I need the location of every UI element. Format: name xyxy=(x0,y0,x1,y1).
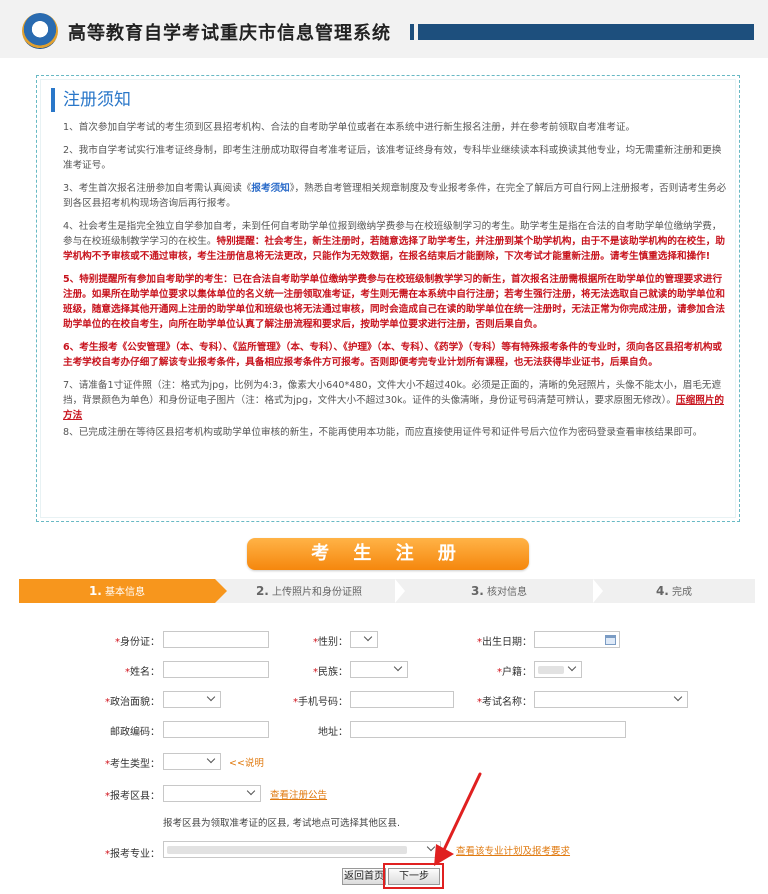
major-select[interactable] xyxy=(163,841,441,858)
header-decor-bar xyxy=(418,24,754,40)
ethnicity-label: *民族： xyxy=(313,667,348,678)
phone-input[interactable] xyxy=(350,691,454,708)
chevron-down-icon xyxy=(246,786,256,796)
app-title: 高等教育自学考试重庆市信息管理系统 xyxy=(68,23,391,44)
household-select[interactable] xyxy=(534,661,582,678)
back-home-button[interactable]: 返回首页 xyxy=(342,868,386,885)
political-label: *政治面貌： xyxy=(105,697,160,708)
step-complete: 4. 完成 xyxy=(655,584,693,598)
birth-date-input[interactable] xyxy=(534,631,620,648)
candidate-type-label: *考生类型： xyxy=(105,759,160,770)
step-verify-info: 3. 核对信息 xyxy=(470,584,528,598)
postcode-label: 邮政编码： xyxy=(110,727,160,738)
notice-item-7: 7、请准备1寸证件照（注：格式为jpg，比例为4:3，像素大小640*480，文… xyxy=(63,380,724,421)
region-label: *报考区县： xyxy=(105,791,160,802)
birth-date-label: *出生日期： xyxy=(477,637,532,648)
notice-item-2: 2、我市自学考试实行准考证终身制，即考生注册成功取得自考准考证后，该准考证终身有… xyxy=(63,145,722,171)
chevron-down-icon xyxy=(393,662,403,672)
notice-item-4: 4、社会考生是指完全独立自学参加自考，未到任何自考助学单位报到缴纳学费参与在校班… xyxy=(63,221,725,262)
registration-notice: 注册须知 1、首次参加自学考试的考生须到区县招考机构、合法的自考助学单位或者在本… xyxy=(36,75,740,522)
chevron-down-icon xyxy=(206,692,216,702)
candidate-type-explain-link[interactable]: <<说明 xyxy=(229,755,264,769)
calendar-icon[interactable] xyxy=(605,635,616,645)
app-header: 高等教育自学考试重庆市信息管理系统 xyxy=(0,0,768,58)
region-select[interactable] xyxy=(163,785,261,802)
phone-label: *手机号码： xyxy=(293,697,348,708)
annotation-arrow-icon xyxy=(434,772,482,866)
chevron-down-icon xyxy=(673,692,683,702)
chevron-down-icon xyxy=(206,754,216,764)
system-logo xyxy=(22,13,58,49)
chevron-down-icon xyxy=(363,632,373,642)
view-notice-link[interactable]: 查看注册公告 xyxy=(270,787,327,801)
id-card-label: *身份证： xyxy=(115,637,160,648)
name-label: *姓名： xyxy=(125,667,160,678)
notice-item-3: 3、考生首次报名注册参加自考需认真阅读《报考须知》，熟悉自考管理相关规章制度及专… xyxy=(63,183,727,209)
notice-body: 1、首次参加自学考试的考生须到区县招考机构、合法的自考助学单位或者在本系统中进行… xyxy=(63,120,731,448)
chevron-down-icon xyxy=(567,662,577,672)
exam-name-select[interactable] xyxy=(534,691,688,708)
political-select[interactable] xyxy=(163,691,221,708)
notice-item-8: 8、已完成注册在等待区县招考机构或助学单位审核的新生，不能再使用本功能，而应直接… xyxy=(63,427,703,438)
exam-guide-link[interactable]: 报考须知 xyxy=(251,183,289,194)
id-card-input[interactable] xyxy=(163,631,269,648)
step-progress: 1. 基本信息 2. 上传照片和身份证照 3. 核对信息 4. 完成 xyxy=(19,579,755,603)
notice-item-6: 6、考生报考《公安管理》（本、专科）、《监所管理》（本、专科）、《护理》（本、专… xyxy=(63,342,723,368)
ethnicity-select[interactable] xyxy=(350,661,408,678)
exam-name-label: *考试名称： xyxy=(477,697,532,708)
postcode-input[interactable] xyxy=(163,721,269,738)
major-label: *报考专业： xyxy=(105,849,160,860)
notice-item-5: 5、特别提醒所有参加自考助学的考生：已在合法自考助学单位缴纳学费参与在校班级制教… xyxy=(63,274,725,330)
gender-select[interactable] xyxy=(350,631,378,648)
gender-label: *性别： xyxy=(313,637,348,648)
name-input[interactable] xyxy=(163,661,269,678)
step-basic-info: 1. 基本信息 xyxy=(19,579,215,603)
notice-item-1: 1、首次参加自学考试的考生须到区县招考机构、合法的自考助学单位或者在本系统中进行… xyxy=(63,122,636,133)
candidate-type-select[interactable] xyxy=(163,753,221,770)
step-upload-photo: 2. 上传照片和身份证照 xyxy=(255,584,363,598)
notice-title: 注册须知 xyxy=(51,88,131,112)
region-hint: 报考区县为领取准考证的区县, 考试地点可选择其他区县. xyxy=(163,818,401,829)
household-label: *户籍： xyxy=(497,667,532,678)
address-label: 地址： xyxy=(318,727,348,738)
register-banner: 考 生 注 册 xyxy=(247,538,529,570)
address-input[interactable] xyxy=(350,721,626,738)
header-decor-lead xyxy=(410,24,414,40)
